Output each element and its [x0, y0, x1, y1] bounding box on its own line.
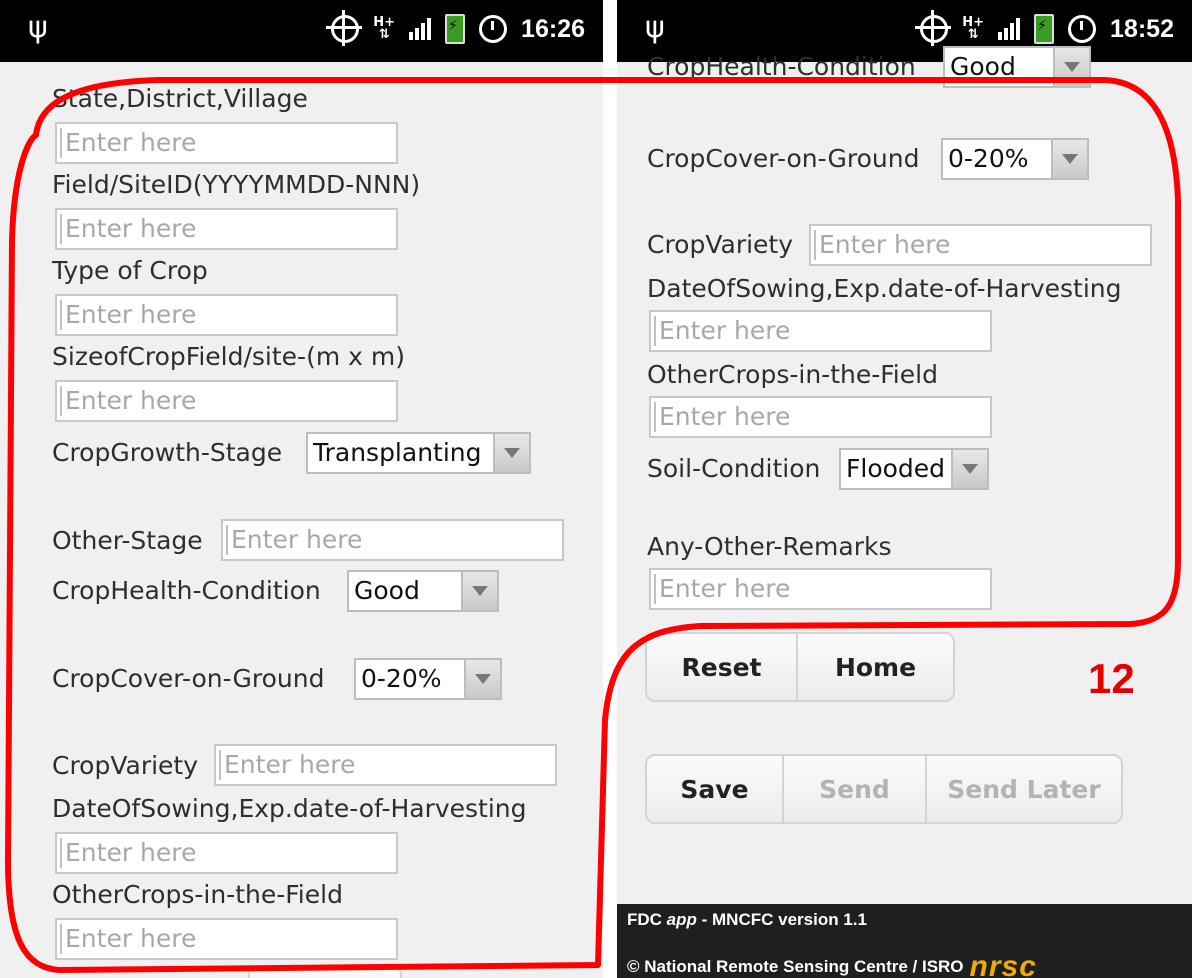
site-id-input[interactable]: Enter here — [55, 208, 398, 250]
soil-select[interactable]: Flooded — [839, 448, 989, 490]
app-footer: FDC app - MNCFC version 1.1 © National R… — [617, 904, 1192, 978]
sowing-input[interactable]: Enter here — [649, 310, 992, 352]
home-button[interactable]: Home — [798, 634, 953, 700]
cover-label: CropCover-on-Ground — [52, 664, 325, 693]
field-size-input[interactable]: Enter here — [55, 380, 398, 422]
growth-stage-label: CropGrowth-Stage — [52, 438, 283, 467]
cover-label: CropCover-on-Ground — [647, 144, 920, 173]
cover-value: 0-20% — [948, 144, 1029, 173]
variety-input[interactable]: Enter here — [214, 744, 557, 786]
send-button[interactable]: Send — [784, 756, 927, 822]
remarks-label: Any-Other-Remarks — [647, 532, 892, 561]
health-select[interactable]: Good — [347, 570, 499, 612]
dropdown-arrow-icon — [493, 434, 529, 472]
signal-strength-icon — [409, 18, 432, 40]
growth-stage-select[interactable]: Transplanting — [306, 432, 531, 474]
dropdown-arrow-icon — [951, 450, 987, 488]
right-phone-screen: ψ H+⇅ 18:52 CropHealth-Condition Good Cr… — [617, 0, 1192, 978]
send-later-button[interactable]: Send Later — [927, 756, 1121, 822]
soil-value: Flooded — [846, 454, 946, 483]
crop-type-label: Type of Crop — [52, 256, 208, 285]
sowing-label: DateOfSowing,Exp.date-of-Harvesting — [52, 794, 527, 823]
other-crops-input[interactable]: Enter here — [55, 918, 398, 960]
network-type-icon: H+ ⇅ — [962, 15, 985, 42]
variety-input[interactable]: Enter here — [809, 224, 1152, 266]
cover-select[interactable]: 0-20% — [941, 138, 1089, 180]
other-stage-input[interactable]: Enter here — [221, 519, 564, 561]
health-label: CropHealth-Condition — [52, 576, 321, 605]
variety-label: CropVariety — [52, 751, 199, 780]
status-bar: ψ H+⇅ 16:26 — [0, 0, 603, 62]
network-type-icon: H+ ⇅ — [373, 15, 396, 42]
save-button[interactable]: Save — [647, 756, 784, 822]
remarks-input[interactable]: Enter here — [649, 568, 992, 610]
alarm-icon — [1068, 15, 1097, 43]
location-label: State,District,Village — [52, 84, 308, 113]
alarm-icon — [479, 15, 508, 43]
dropdown-arrow-icon — [1051, 140, 1087, 178]
dropdown-arrow-icon — [461, 572, 497, 610]
health-label: CropHealth-Condition — [647, 52, 916, 81]
dropdown-arrow-icon — [1053, 48, 1089, 86]
health-select[interactable]: Good — [943, 46, 1091, 88]
reset-button[interactable]: Reset — [647, 634, 798, 700]
app-version-text: FDC app - MNCFC version 1.1 — [627, 910, 867, 929]
site-id-label: Field/SiteID(YYYYMMDD-NNN) — [52, 170, 421, 199]
other-crops-label: OtherCrops-in-the-Field — [52, 880, 343, 909]
battery-icon — [445, 14, 466, 44]
save-send-button-group: Save Send Send Later — [645, 754, 1123, 824]
sowing-input[interactable]: Enter here — [55, 832, 398, 874]
credit-text: © National Remote Sensing Centre / ISRO n… — [627, 946, 1037, 978]
sowing-label: DateOfSowing,Exp.date-of-Harvesting — [647, 274, 1122, 303]
health-value: Good — [950, 52, 1016, 81]
signal-strength-icon — [998, 18, 1021, 40]
status-time: 16:26 — [521, 14, 585, 43]
other-crops-input[interactable]: Enter here — [649, 396, 992, 438]
status-time: 18:52 — [1110, 14, 1174, 43]
nrsc-logo: nrsc — [969, 950, 1037, 978]
variety-label: CropVariety — [647, 230, 794, 259]
partially-visible-button[interactable] — [248, 966, 402, 978]
reset-home-button-group: Reset Home — [645, 632, 955, 702]
annotation-number: 12 — [1088, 655, 1135, 702]
soil-label: Soil-Condition — [647, 454, 821, 483]
usb-icon: ψ — [645, 10, 665, 45]
gps-icon — [915, 10, 952, 46]
gps-icon — [326, 10, 363, 46]
cover-select[interactable]: 0-20% — [354, 658, 502, 700]
crop-type-input[interactable]: Enter here — [55, 294, 398, 336]
other-stage-label: Other-Stage — [52, 526, 203, 555]
cover-value: 0-20% — [361, 664, 442, 693]
battery-icon — [1034, 14, 1055, 44]
usb-icon: ψ — [28, 10, 48, 45]
growth-stage-value: Transplanting — [313, 438, 482, 467]
dropdown-arrow-icon — [464, 660, 500, 698]
health-value: Good — [354, 576, 420, 605]
left-phone-screen: ψ H+⇅ 16:26 State,District,Village Enter… — [0, 0, 603, 978]
field-size-label: SizeofCropField/site-(m x m) — [52, 342, 405, 371]
location-input[interactable]: Enter here — [55, 122, 398, 164]
other-crops-label: OtherCrops-in-the-Field — [647, 360, 938, 389]
